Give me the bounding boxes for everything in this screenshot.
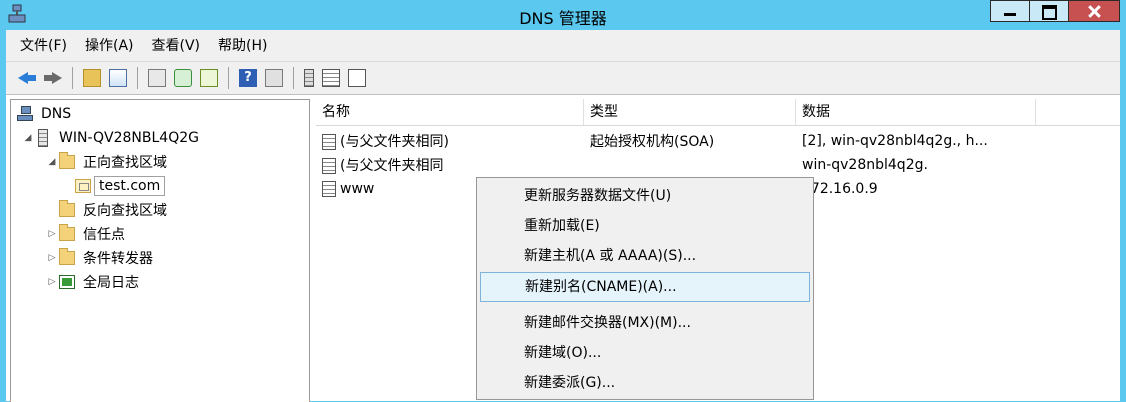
zone-icon (75, 179, 91, 193)
back-arrow-icon[interactable] (18, 69, 36, 87)
menu-view[interactable]: 查看(V) (152, 35, 201, 55)
menu-item-reload[interactable]: 重新加载(E) (477, 211, 813, 241)
copy-icon[interactable] (348, 68, 366, 87)
column-header-type[interactable]: 类型 (584, 99, 796, 125)
maximize-button[interactable] (1029, 0, 1069, 22)
record-icon (322, 181, 336, 197)
tree-item-trust-points[interactable]: ▷ 信任点 (45, 222, 125, 246)
title-bar[interactable]: DNS 管理器 (0, 0, 1126, 30)
tree-item-server[interactable]: ◢ WIN-QV28NBL4Q2G (21, 126, 199, 150)
cell-name: (与父文件夹相同 (316, 155, 584, 175)
window-title: DNS 管理器 (519, 9, 607, 28)
column-header-name[interactable]: 名称 (316, 99, 584, 125)
tree-label: 全局日志 (83, 275, 139, 291)
tree-label: 反向查找区域 (83, 203, 167, 219)
folder-icon (59, 152, 75, 169)
export-list-icon[interactable] (200, 68, 218, 87)
menu-bar: 文件(F) 操作(A) 查看(V) 帮助(H) (6, 30, 1120, 60)
tree-item-test-com[interactable]: test.com (75, 174, 166, 198)
minimize-button[interactable] (990, 0, 1030, 22)
table-row[interactable]: (与父文件夹相同) 起始授权机构(SOA) [2], win-qv28nbl4q… (316, 129, 1076, 153)
column-header-timestamp[interactable] (1036, 99, 1120, 125)
tree-label: 信任点 (83, 227, 125, 243)
tree-item-global-logs[interactable]: ▷ 全局日志 (45, 270, 139, 294)
cell-data: win-qv28nbl4q2g. (802, 157, 928, 173)
list-header: 名称 类型 数据 (316, 99, 1120, 126)
tree-item-dns[interactable]: DNS (17, 102, 71, 126)
column-header-data[interactable]: 数据 (796, 99, 1036, 125)
context-menu: 更新服务器数据文件(U) 重新加载(E) 新建主机(A 或 AAAA)(S)..… (476, 177, 814, 400)
close-button[interactable] (1068, 0, 1120, 22)
cell-data: [2], win-qv28nbl4q2g., h... (802, 133, 988, 149)
dns-icon (17, 106, 33, 122)
log-icon (59, 275, 75, 289)
refresh-icon[interactable] (174, 68, 192, 87)
tree-label: 条件转发器 (83, 251, 153, 267)
up-folder-icon[interactable] (83, 68, 101, 87)
menu-action[interactable]: 操作(A) (85, 35, 134, 55)
tree-label: DNS (41, 106, 72, 122)
tree-item-reverse-zones[interactable]: 反向查找区域 (59, 198, 167, 222)
tree-label: test.com (94, 176, 166, 196)
help-icon[interactable]: ? (239, 68, 257, 87)
menu-item-new-host[interactable]: 新建主机(A 或 AAAA)(S)... (477, 241, 813, 271)
mmc-icon[interactable] (265, 68, 283, 87)
tree-item-forward-zones[interactable]: ◢ 正向查找区域 (45, 150, 167, 174)
table-row[interactable]: (与父文件夹相同 win-qv28nbl4q2g. (316, 153, 1076, 177)
toolbar: ? (6, 61, 1120, 93)
folder-icon (59, 248, 75, 265)
cell-data: 172.16.0.9 (802, 181, 878, 197)
toolbar-separator (137, 66, 138, 89)
collapsed-arrow-icon[interactable]: ▷ (45, 253, 59, 263)
tree-label: WIN-QV28NBL4Q2G (59, 130, 199, 146)
menu-item-new-domain[interactable]: 新建域(O)... (477, 338, 813, 368)
expanded-arrow-icon[interactable]: ◢ (45, 157, 59, 167)
toolbar-separator (293, 66, 294, 89)
forward-arrow-icon[interactable] (44, 69, 62, 87)
toolbar-separator (72, 66, 73, 89)
show-tree-icon[interactable] (109, 68, 127, 87)
menu-item-new-delegation[interactable]: 新建委派(G)... (477, 368, 813, 398)
toolbar-separator (228, 66, 229, 89)
server-icon (38, 129, 48, 147)
server-icon[interactable] (304, 68, 314, 87)
cell-type: 起始授权机构(SOA) (590, 134, 715, 150)
cell-name: (与父文件夹相同) (316, 131, 584, 151)
list-icon[interactable] (322, 68, 340, 87)
menu-item-new-alias-cname[interactable]: 新建别名(CNAME)(A)... (480, 272, 810, 302)
menu-item-update-server-data-file[interactable]: 更新服务器数据文件(U) (477, 181, 813, 211)
menu-help[interactable]: 帮助(H) (218, 35, 267, 55)
tree-item-conditional-forwarders[interactable]: ▷ 条件转发器 (45, 246, 153, 270)
console-tree[interactable]: DNS ◢ WIN-QV28NBL4Q2G ◢ 正向查找区域 test.com … (10, 99, 310, 402)
tree-label: 正向查找区域 (83, 155, 167, 171)
menu-file[interactable]: 文件(F) (20, 35, 67, 55)
collapsed-arrow-icon[interactable]: ▷ (45, 277, 59, 287)
window-controls (990, 0, 1120, 22)
record-icon (322, 134, 336, 150)
menu-item-new-mail-exchanger[interactable]: 新建邮件交换器(MX)(M)... (477, 308, 813, 338)
collapsed-arrow-icon[interactable]: ▷ (45, 229, 59, 239)
folder-icon (59, 200, 75, 217)
properties-icon[interactable] (148, 68, 166, 87)
record-icon (322, 158, 336, 174)
folder-icon (59, 224, 75, 241)
expanded-arrow-icon[interactable]: ◢ (21, 133, 35, 143)
